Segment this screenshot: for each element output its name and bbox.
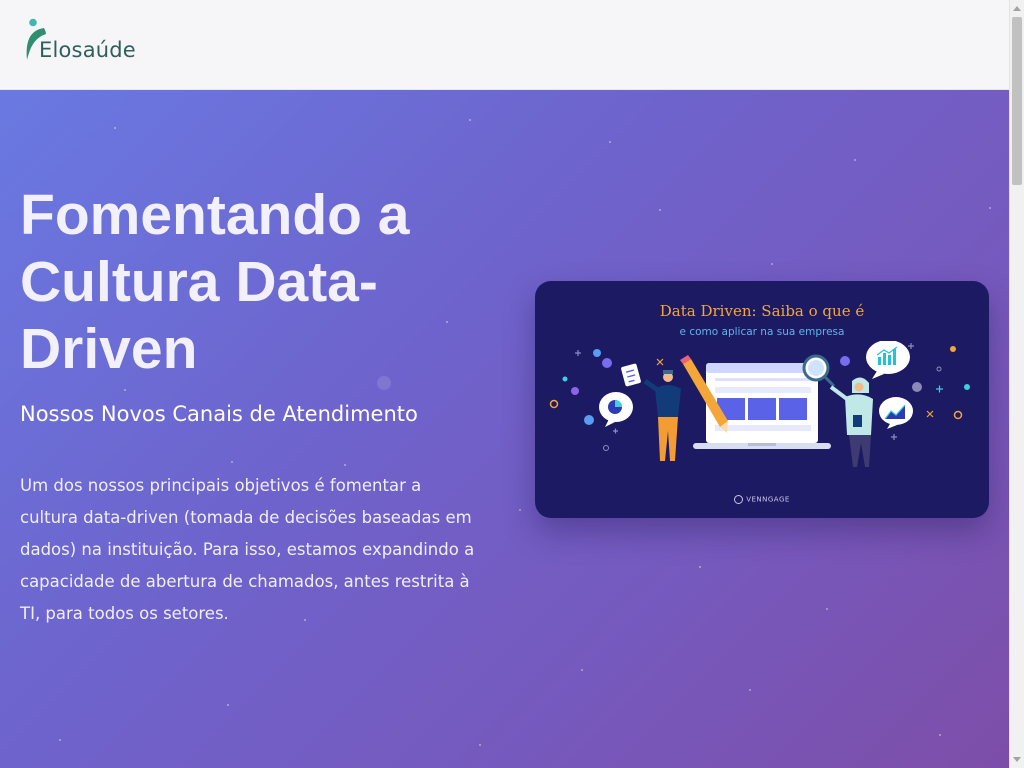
logo-wordmark: Elosaúde [39,38,136,62]
illustration-brand: VENNGAGE [535,495,989,504]
scroll-up-arrow-icon[interactable] [1013,6,1021,11]
hero-title: Fomentando a Cultura Data-Driven [20,183,410,381]
elosaude-logo-link[interactable]: Elosaúde [22,18,152,70]
vertical-scrollbar[interactable] [1009,0,1024,768]
hero-section: Fomentando a Cultura Data-Driven Nossos … [0,90,1009,768]
data-driven-illustration-card: Data Driven: Saiba o que é e como aplica… [535,281,989,518]
scroll-down-arrow-icon[interactable] [1013,757,1021,762]
person-right [829,377,873,467]
chat-bubble-bar-chart [866,341,910,379]
hero-subtitle: Nossos Novos Canais de Atendimento [20,402,418,426]
chat-bubble-area-chart [879,397,913,429]
chat-bubble-pie [599,392,633,427]
hero-description: Um dos nossos principais objetivos é fom… [20,476,475,623]
site-header: Elosaúde [0,0,1009,90]
venngage-logo-icon [734,495,744,504]
illustration-subtitle: e como aplicar na sua empresa [679,326,845,338]
scrollbar-thumb[interactable] [1012,17,1022,185]
illustration-title: Data Driven: Saiba o que é [659,302,865,320]
data-analysis-illustration [549,341,970,467]
illustration-brand-label: VENNGAGE [746,495,790,504]
